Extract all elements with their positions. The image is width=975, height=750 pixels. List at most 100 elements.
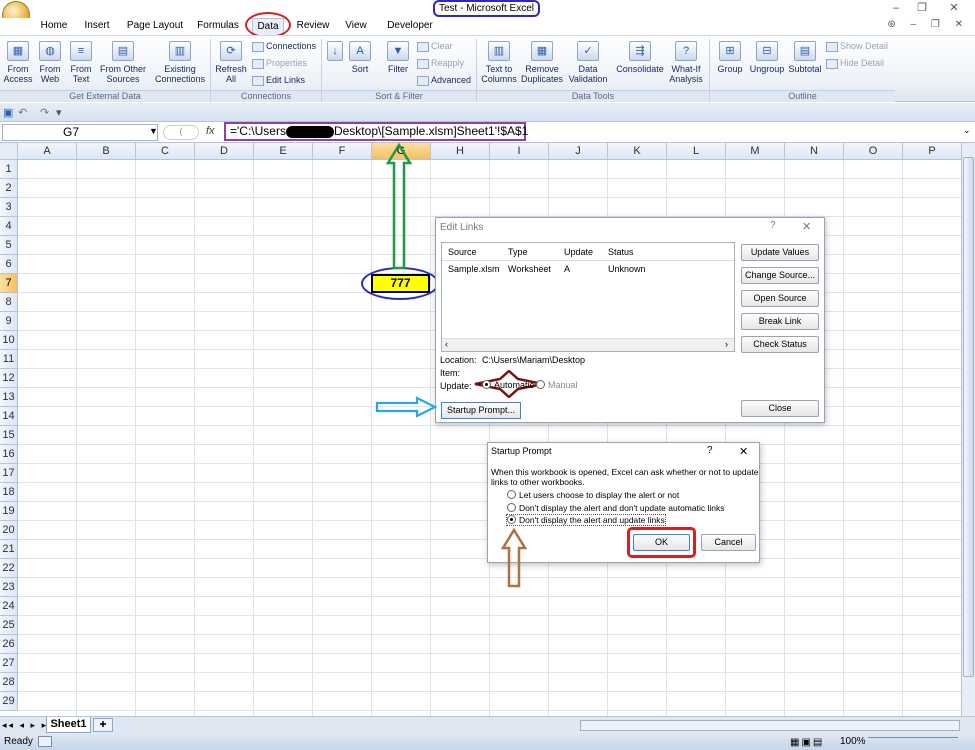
column-header-k[interactable]: K xyxy=(608,143,667,160)
function-wizard-icon[interactable]: fx xyxy=(206,125,215,137)
row-header-9[interactable]: 9 xyxy=(0,312,18,331)
startup-prompt-button[interactable]: Startup Prompt... xyxy=(441,402,521,419)
row-header-11[interactable]: 11 xyxy=(0,350,18,369)
column-header-d[interactable]: D xyxy=(195,143,254,160)
name-box[interactable]: G7 xyxy=(2,124,158,141)
column-header-j[interactable]: J xyxy=(549,143,608,160)
group-button[interactable]: ⊞ Group xyxy=(714,41,746,74)
scroll-left-icon[interactable]: ‹ xyxy=(445,339,448,349)
filter-button[interactable]: ▼ Filter xyxy=(384,41,412,74)
cancel-button[interactable]: Cancel xyxy=(701,534,756,551)
column-header-i[interactable]: I xyxy=(490,143,549,160)
what-if-analysis-button[interactable]: ? What-If Analysis xyxy=(667,41,705,84)
row-header-16[interactable]: 16 xyxy=(0,445,18,464)
row-header-2[interactable]: 2 xyxy=(0,179,18,198)
column-header-h[interactable]: H xyxy=(431,143,490,160)
redo-icon[interactable]: ↷ xyxy=(40,106,49,119)
horizontal-scrollbar[interactable] xyxy=(580,720,960,731)
tab-view[interactable]: View xyxy=(342,18,370,35)
save-icon[interactable]: ▣ xyxy=(3,106,13,119)
row-header-25[interactable]: 25 xyxy=(0,616,18,635)
tab-formulas[interactable]: Formulas xyxy=(196,18,240,35)
column-header-n[interactable]: N xyxy=(785,143,844,160)
column-header-e[interactable]: E xyxy=(254,143,313,160)
radio-option-1[interactable] xyxy=(507,490,516,499)
clear-button[interactable]: Clear xyxy=(417,41,453,52)
workbook-window-controls[interactable]: ⊛ – ❐ ✕ xyxy=(887,19,969,30)
row-header-13[interactable]: 13 xyxy=(0,388,18,407)
links-list[interactable]: Source Type Update Status Sample.xlsm Wo… xyxy=(441,242,735,352)
row-header-20[interactable]: 20 xyxy=(0,521,18,540)
undo-icon[interactable]: ↶ xyxy=(18,106,27,119)
tab-data[interactable]: Data xyxy=(252,18,284,35)
show-detail-button[interactable]: Show Detail xyxy=(826,41,888,52)
row-header-7[interactable]: 7 xyxy=(0,274,18,293)
row-header-10[interactable]: 10 xyxy=(0,331,18,350)
ungroup-button[interactable]: ⊟ Ungroup xyxy=(748,41,786,74)
from-web-button[interactable]: ◍ From Web xyxy=(35,41,65,84)
radio-manual[interactable] xyxy=(536,380,545,389)
row-header-8[interactable]: 8 xyxy=(0,293,18,312)
column-header-c[interactable]: C xyxy=(136,143,195,160)
existing-connections-button[interactable]: ▥ Existing Connections xyxy=(152,41,208,84)
close-icon[interactable]: ✕ xyxy=(944,1,964,15)
column-header-l[interactable]: L xyxy=(667,143,726,160)
option-dont-display-update[interactable]: Don't display the alert and update links xyxy=(506,514,666,526)
manual-radio[interactable]: Manual xyxy=(536,380,578,390)
column-header-p[interactable]: P xyxy=(903,143,962,160)
row-header-29[interactable]: 29 xyxy=(0,692,18,711)
from-access-button[interactable]: ▦ From Access xyxy=(2,41,34,84)
row-header-28[interactable]: 28 xyxy=(0,673,18,692)
insert-sheet-icon[interactable]: ✚ xyxy=(93,718,113,732)
column-header-m[interactable]: M xyxy=(726,143,785,160)
option-let-users-choose[interactable]: Let users choose to display the alert or… xyxy=(507,490,679,500)
row-header-24[interactable]: 24 xyxy=(0,597,18,616)
list-horizontal-scrollbar[interactable]: ‹ › xyxy=(442,338,734,351)
consolidate-button[interactable]: ⇶ Consolidate xyxy=(614,41,666,74)
expand-formula-bar-icon[interactable]: ⌄ xyxy=(963,125,971,136)
tab-review[interactable]: Review xyxy=(296,18,330,35)
row-header-21[interactable]: 21 xyxy=(0,540,18,559)
text-to-columns-button[interactable]: ▥ Text to Columns xyxy=(479,41,519,84)
advanced-filter-button[interactable]: Advanced xyxy=(417,75,471,86)
select-all-corner[interactable] xyxy=(0,143,18,160)
radio-option-3[interactable] xyxy=(507,515,516,524)
restore-icon[interactable]: ❐ xyxy=(912,1,932,15)
row-header-15[interactable]: 15 xyxy=(0,426,18,445)
refresh-all-button[interactable]: ⟳ Refresh All xyxy=(214,41,248,84)
close-button[interactable]: Close xyxy=(741,400,819,417)
automatic-radio[interactable]: Automatic xyxy=(482,380,534,390)
row-header-22[interactable]: 22 xyxy=(0,559,18,578)
open-source-button[interactable]: Open Source xyxy=(741,290,819,307)
column-header-o[interactable]: O xyxy=(844,143,903,160)
connections-button[interactable]: Connections xyxy=(252,41,316,52)
data-validation-button[interactable]: ✓ Data Validation xyxy=(565,41,611,84)
column-header-f[interactable]: F xyxy=(313,143,372,160)
tab-insert[interactable]: Insert xyxy=(82,18,112,35)
minimize-icon[interactable]: – xyxy=(886,1,906,15)
row-header-17[interactable]: 17 xyxy=(0,464,18,483)
column-header-a[interactable]: A xyxy=(18,143,77,160)
row-header-23[interactable]: 23 xyxy=(0,578,18,597)
zoom-slider[interactable] xyxy=(868,737,958,746)
tab-developer[interactable]: Developer xyxy=(384,18,436,35)
from-text-button[interactable]: ≡ From Text xyxy=(66,41,96,84)
hide-detail-button[interactable]: Hide Detail xyxy=(826,58,884,69)
edit-links-button[interactable]: Edit Links xyxy=(252,75,305,86)
reapply-button[interactable]: Reapply xyxy=(417,58,464,69)
radio-automatic[interactable] xyxy=(482,380,491,389)
row-header-27[interactable]: 27 xyxy=(0,654,18,673)
help-icon[interactable]: ? xyxy=(707,445,713,456)
column-header-b[interactable]: B xyxy=(77,143,136,160)
scroll-right-icon[interactable]: › xyxy=(725,339,728,349)
update-values-button[interactable]: Update Values xyxy=(741,244,819,261)
row-header-14[interactable]: 14 xyxy=(0,407,18,426)
properties-button[interactable]: Properties xyxy=(252,58,307,69)
row-header-19[interactable]: 19 xyxy=(0,502,18,521)
row-header-12[interactable]: 12 xyxy=(0,369,18,388)
remove-duplicates-button[interactable]: ▦ Remove Duplicates xyxy=(520,41,564,84)
change-source-button[interactable]: Change Source... xyxy=(741,267,819,284)
row-header-6[interactable]: 6 xyxy=(0,255,18,274)
formula-input[interactable]: ='C:\Users Desktop\[Sample.xlsm]Sheet1'!$… xyxy=(224,122,528,141)
row-header-5[interactable]: 5 xyxy=(0,236,18,255)
